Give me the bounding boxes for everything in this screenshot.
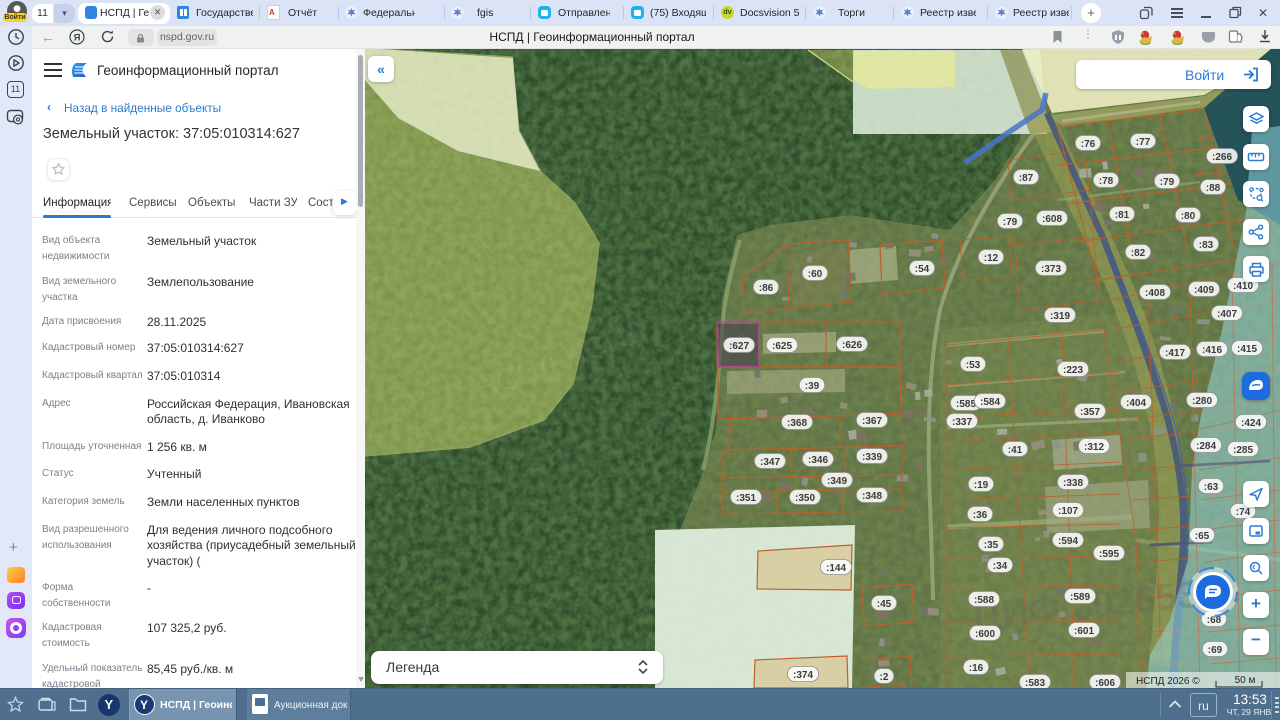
svg-text::69: :69	[1208, 645, 1223, 656]
svg-text::625: :625	[772, 341, 792, 352]
svg-text::19: :19	[974, 480, 989, 491]
svg-text::63: :63	[1204, 482, 1219, 493]
svg-text::584: :584	[980, 397, 1000, 408]
svg-text::339: :339	[862, 452, 882, 463]
svg-text::627: :627	[729, 341, 749, 352]
svg-text::408: :408	[1145, 288, 1165, 299]
svg-text::79: :79	[1160, 177, 1175, 188]
svg-text::53: :53	[966, 360, 981, 371]
svg-text::600: :600	[975, 629, 995, 640]
svg-text::410: :410	[1233, 281, 1253, 292]
svg-text::585: :585	[956, 399, 976, 410]
svg-text::373: :373	[1041, 264, 1061, 275]
svg-text::78: :78	[1099, 176, 1114, 187]
svg-text:НСПД 2026 ©: НСПД 2026 ©	[1136, 676, 1200, 687]
svg-text::144: :144	[826, 563, 846, 574]
svg-text::80: :80	[1181, 211, 1196, 222]
svg-text::374: :374	[793, 670, 813, 681]
svg-text:50 м: 50 м	[1235, 675, 1256, 686]
svg-text::284: :284	[1196, 441, 1216, 452]
svg-text::417: :417	[1165, 348, 1185, 359]
svg-text:Я: Я	[74, 33, 81, 44]
svg-text::77: :77	[1136, 137, 1151, 148]
svg-text::404: :404	[1126, 398, 1146, 409]
svg-text::338: :338	[1063, 478, 1083, 489]
svg-text::79: :79	[1003, 217, 1018, 228]
svg-text::601: :601	[1074, 626, 1094, 637]
svg-text::60: :60	[808, 269, 823, 280]
svg-text::39: :39	[805, 381, 820, 392]
svg-text::407: :407	[1217, 309, 1237, 320]
svg-text::65: :65	[1195, 531, 1210, 542]
svg-text::76: :76	[1081, 139, 1096, 150]
svg-text::409: :409	[1194, 285, 1214, 296]
svg-text::367: :367	[862, 416, 882, 427]
svg-text::16: :16	[969, 663, 984, 674]
svg-text::595: :595	[1099, 549, 1119, 560]
svg-text::2: :2	[880, 672, 889, 683]
svg-text::347: :347	[760, 457, 780, 468]
svg-text::606: :606	[1095, 678, 1115, 688]
svg-text::54: :54	[915, 264, 930, 275]
svg-text::81: :81	[1115, 210, 1130, 221]
svg-text::36: :36	[973, 510, 988, 521]
svg-text::41: :41	[1008, 445, 1023, 456]
svg-text::348: :348	[862, 491, 882, 502]
svg-text::368: :368	[787, 418, 807, 429]
svg-text::588: :588	[974, 595, 994, 606]
svg-text::594: :594	[1058, 536, 1078, 547]
svg-text::346: :346	[808, 455, 828, 466]
svg-text::319: :319	[1050, 311, 1070, 322]
svg-text::424: :424	[1241, 418, 1261, 429]
svg-text::608: :608	[1042, 214, 1062, 225]
svg-text::337: :337	[952, 417, 972, 428]
svg-text::88: :88	[1206, 183, 1221, 194]
svg-text::589: :589	[1070, 592, 1090, 603]
svg-text::87: :87	[1019, 173, 1034, 184]
svg-text::86: :86	[759, 283, 774, 294]
svg-text::45: :45	[877, 599, 892, 610]
svg-text::82: :82	[1131, 248, 1146, 259]
svg-text::583: :583	[1025, 678, 1045, 688]
svg-text::357: :357	[1080, 407, 1100, 418]
svg-text::83: :83	[1199, 240, 1214, 251]
svg-text::12: :12	[984, 253, 999, 264]
svg-text::34: :34	[993, 561, 1008, 572]
svg-text::350: :350	[795, 493, 815, 504]
svg-text::351: :351	[736, 493, 756, 504]
svg-text::74: :74	[1236, 507, 1251, 518]
svg-text::107: :107	[1058, 506, 1078, 517]
svg-text::626: :626	[842, 340, 862, 351]
svg-text::285: :285	[1233, 445, 1253, 456]
svg-text::312: :312	[1084, 442, 1104, 453]
svg-text::280: :280	[1192, 396, 1212, 407]
svg-text::223: :223	[1063, 365, 1083, 376]
svg-text::266: :266	[1212, 152, 1232, 163]
svg-text::349: :349	[827, 476, 847, 487]
svg-text::35: :35	[984, 540, 999, 551]
svg-text::416: :416	[1202, 345, 1222, 356]
svg-text::415: :415	[1237, 344, 1257, 355]
